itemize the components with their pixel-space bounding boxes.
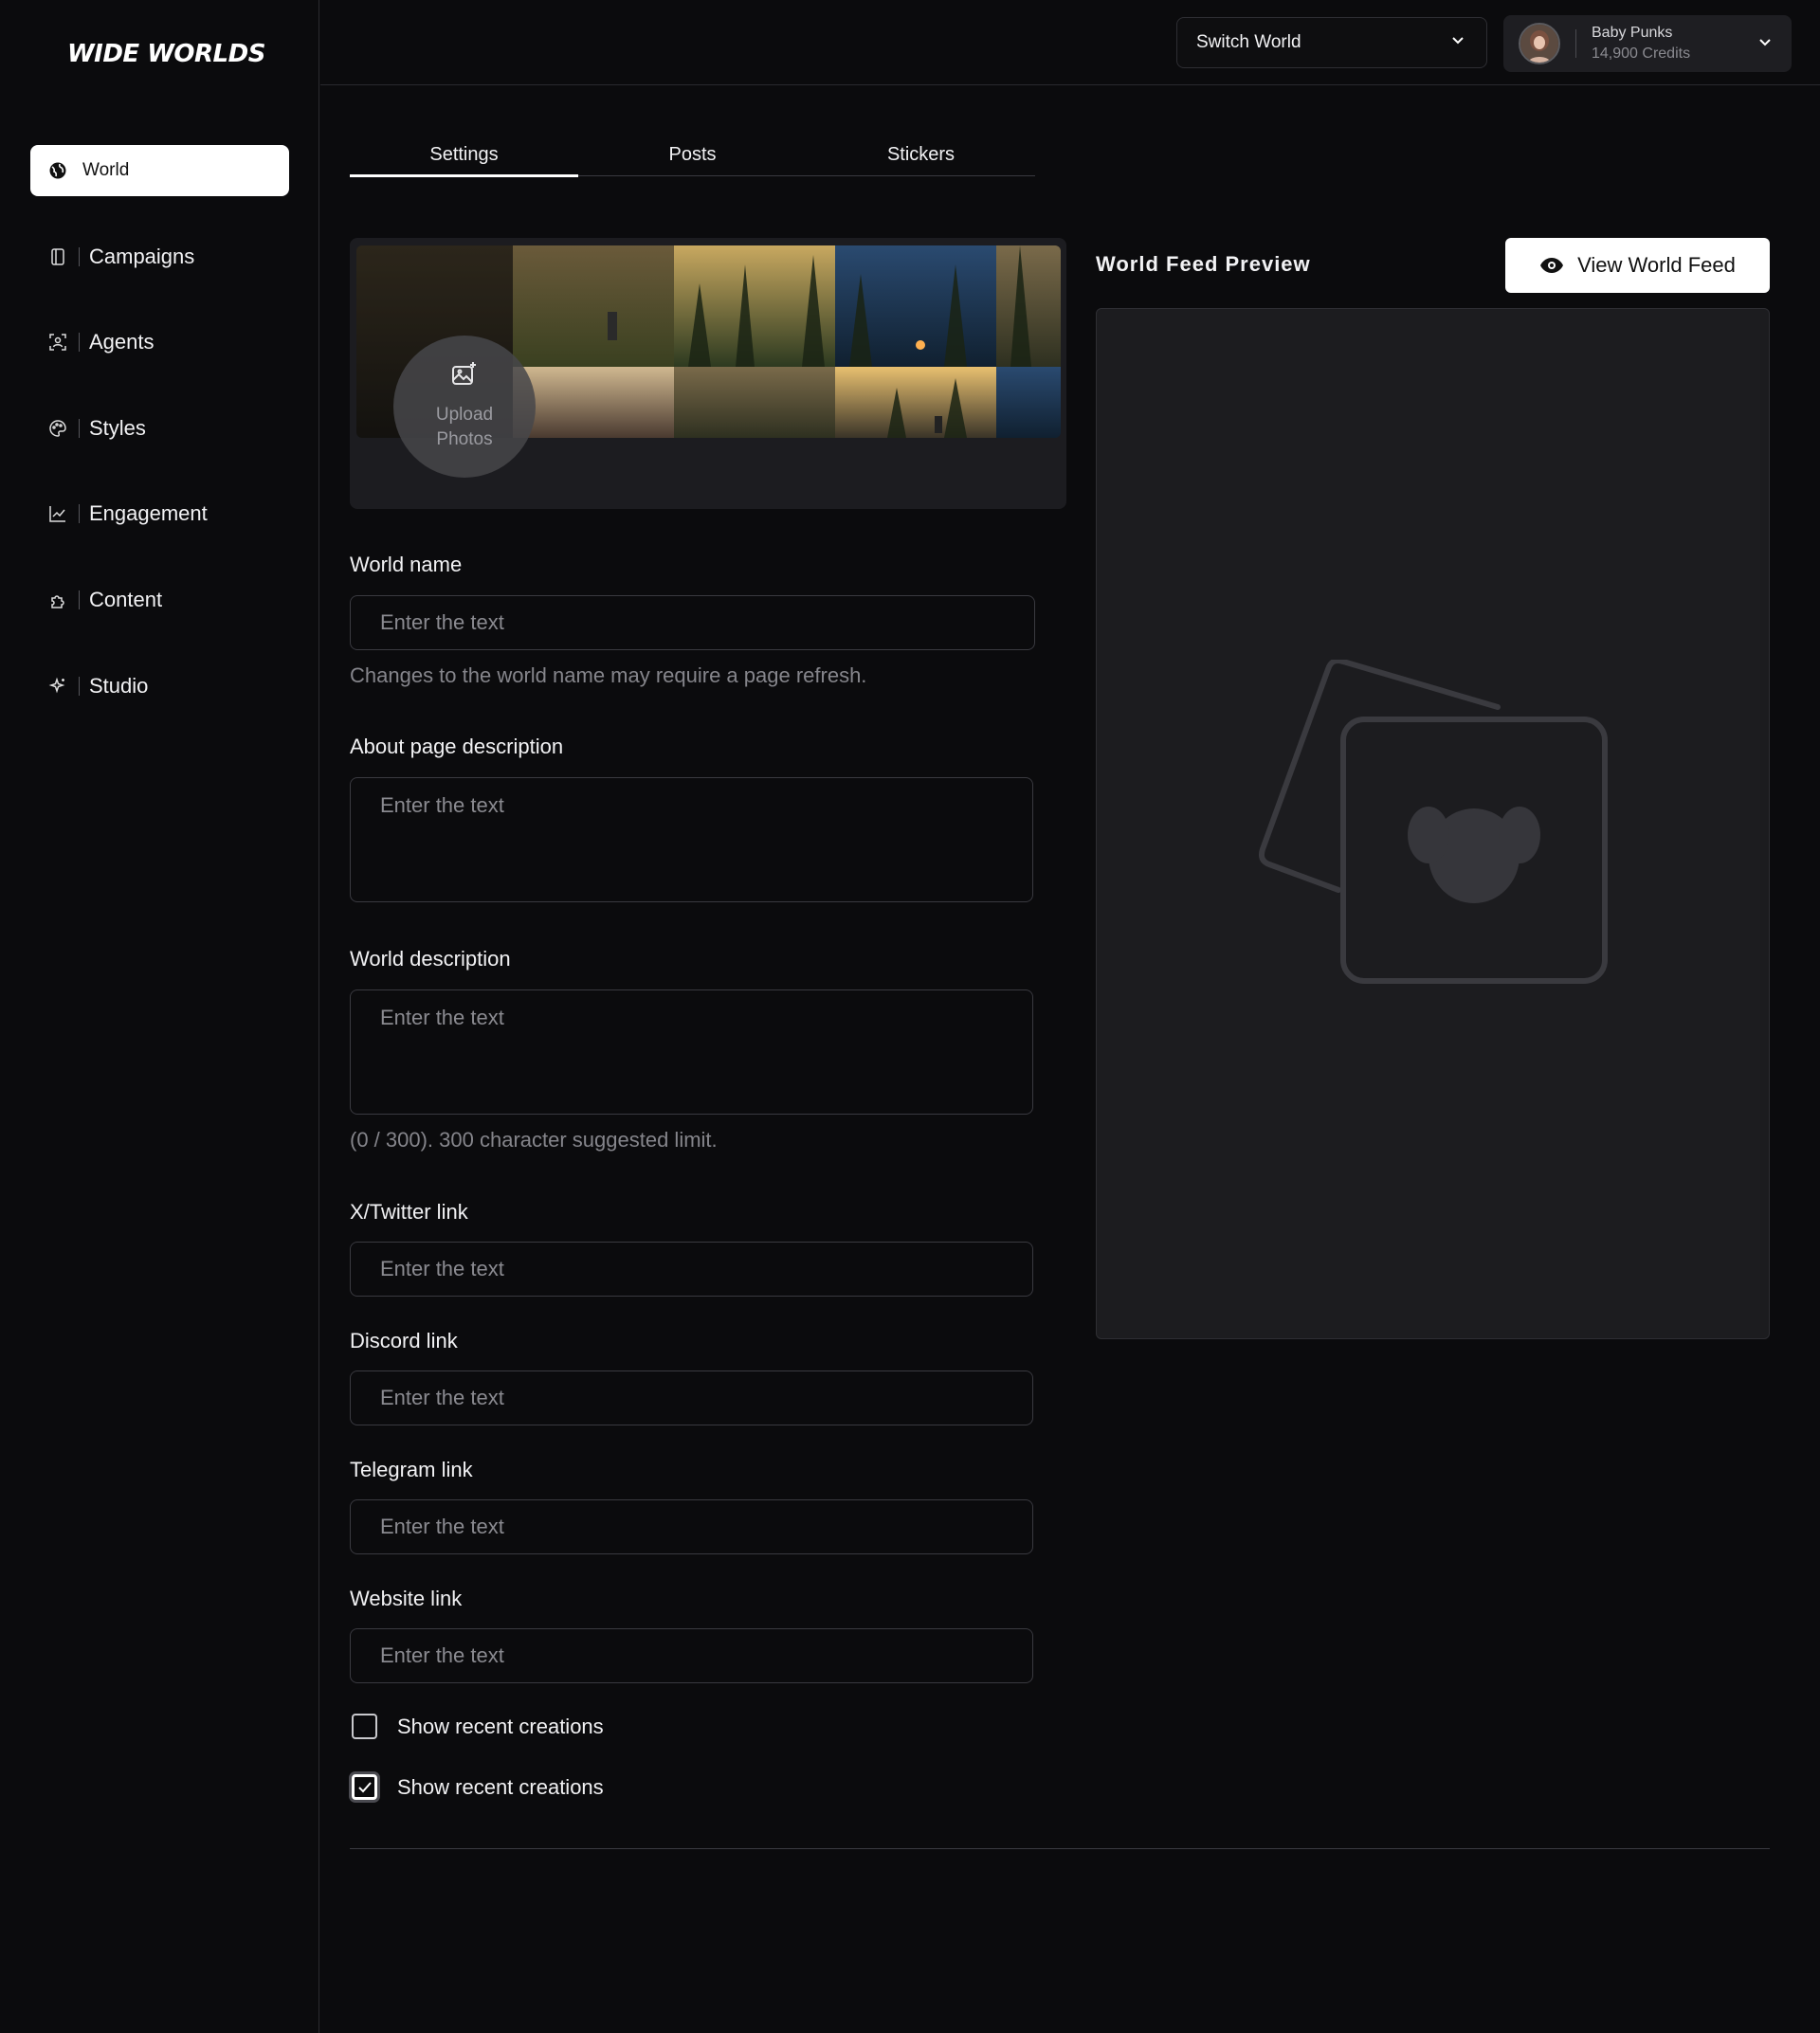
- separator: [79, 246, 80, 266]
- chevron-down-icon: [1757, 34, 1773, 54]
- globe-icon: [46, 159, 69, 182]
- checkbox-unchecked[interactable]: [352, 1714, 377, 1739]
- logo[interactable]: WIDE WORLDS: [67, 40, 265, 68]
- world-feed-preview: [1096, 308, 1770, 1339]
- world-name-hint: Changes to the world name may require a …: [350, 663, 867, 687]
- twitter-link-input[interactable]: [350, 1242, 1033, 1297]
- website-link-input[interactable]: [350, 1628, 1033, 1683]
- chart-line-icon: [46, 502, 69, 525]
- placeholder-illustration-icon: [1258, 658, 1609, 1015]
- sidebar-item-content[interactable]: Content: [30, 574, 289, 626]
- separator: [1575, 29, 1576, 58]
- avatar: [1519, 23, 1560, 64]
- agent-scan-icon: [46, 331, 69, 354]
- account-credits: 14,900 Credits: [1592, 45, 1691, 62]
- discord-label: Discord link: [350, 1329, 458, 1352]
- check-icon: [357, 1781, 372, 1792]
- sidebar-nav: World Campaigns Agents Styles Engagement…: [30, 145, 289, 746]
- chevron-down-icon: [1450, 32, 1465, 53]
- switch-world-label: Switch World: [1196, 32, 1301, 52]
- view-world-feed-button[interactable]: View World Feed: [1505, 238, 1770, 293]
- view-world-feed-label: View World Feed: [1577, 253, 1736, 277]
- sidebar-item-label: Styles: [89, 415, 146, 440]
- tab-stickers[interactable]: Stickers: [807, 136, 1035, 175]
- upload-label-line1: Upload: [435, 404, 494, 425]
- tab-settings[interactable]: Settings: [350, 136, 578, 177]
- world-description-hint: (0 / 300). 300 character suggested limit…: [350, 1128, 718, 1152]
- sparkle-icon: [46, 675, 69, 698]
- eye-icon: [1539, 257, 1564, 274]
- sidebar-item-label: Engagement: [89, 501, 208, 526]
- puzzle-icon: [46, 589, 69, 611]
- account-name: Baby Punks: [1592, 25, 1673, 42]
- account-menu[interactable]: Baby Punks 14,900 Credits: [1503, 15, 1792, 72]
- top-header: Switch World Baby Punks 14,900 Credits: [320, 0, 1820, 85]
- image-add-icon: [450, 360, 479, 397]
- sidebar-item-engagement[interactable]: Engagement: [30, 488, 289, 539]
- tab-bar: Settings Posts Stickers: [350, 136, 1035, 177]
- sidebar-item-agents[interactable]: Agents: [30, 317, 289, 368]
- twitter-label: X/Twitter link: [350, 1200, 468, 1224]
- sidebar-item-studio[interactable]: Studio: [30, 661, 289, 712]
- sidebar-item-label: Content: [89, 587, 163, 611]
- separator: [79, 504, 80, 524]
- world-name-label: World name: [350, 553, 463, 576]
- sidebar-item-campaigns[interactable]: Campaigns: [30, 231, 289, 282]
- sidebar-item-label: Agents: [89, 330, 155, 354]
- preview-title: World Feed Preview: [1096, 252, 1311, 276]
- sidebar-item-label: Campaigns: [89, 244, 195, 268]
- discord-link-input[interactable]: [350, 1370, 1033, 1425]
- switch-world-dropdown[interactable]: Switch World: [1176, 17, 1487, 68]
- sidebar-item-label: World: [82, 160, 130, 180]
- separator: [79, 676, 80, 696]
- account-info: Baby Punks 14,900 Credits: [1592, 23, 1757, 64]
- book-icon: [46, 245, 69, 268]
- world-name-input[interactable]: [350, 595, 1035, 650]
- website-label: Website link: [350, 1587, 463, 1610]
- upload-label-line2: Photos: [436, 429, 493, 450]
- separator: [79, 418, 80, 438]
- sidebar-item-label: Studio: [89, 673, 149, 698]
- sidebar-item-styles[interactable]: Styles: [30, 403, 289, 454]
- upload-photos-button[interactable]: Upload Photos: [393, 336, 536, 478]
- palette-icon: [46, 417, 69, 440]
- separator: [79, 590, 80, 609]
- tab-posts[interactable]: Posts: [578, 136, 807, 175]
- world-description-field[interactable]: [350, 989, 1033, 1115]
- checkbox-label: Show recent creations: [397, 1774, 604, 1799]
- telegram-link-input[interactable]: [350, 1499, 1033, 1554]
- checkbox-checked[interactable]: [352, 1774, 377, 1800]
- separator: [79, 333, 80, 353]
- about-description-label: About page description: [350, 735, 564, 758]
- footer-divider: [350, 1848, 1770, 1849]
- sidebar-item-world[interactable]: World: [30, 145, 289, 196]
- sidebar: WIDE WORLDS World Campaigns Agents Style…: [0, 0, 319, 2033]
- checkbox-label: Show recent creations: [397, 1714, 604, 1738]
- show-recent-creations-checkbox-checked[interactable]: Show recent creations: [352, 1774, 604, 1800]
- about-description-field[interactable]: [350, 777, 1033, 902]
- world-description-label: World description: [350, 947, 511, 971]
- show-recent-creations-checkbox[interactable]: Show recent creations: [352, 1714, 604, 1739]
- telegram-label: Telegram link: [350, 1458, 473, 1481]
